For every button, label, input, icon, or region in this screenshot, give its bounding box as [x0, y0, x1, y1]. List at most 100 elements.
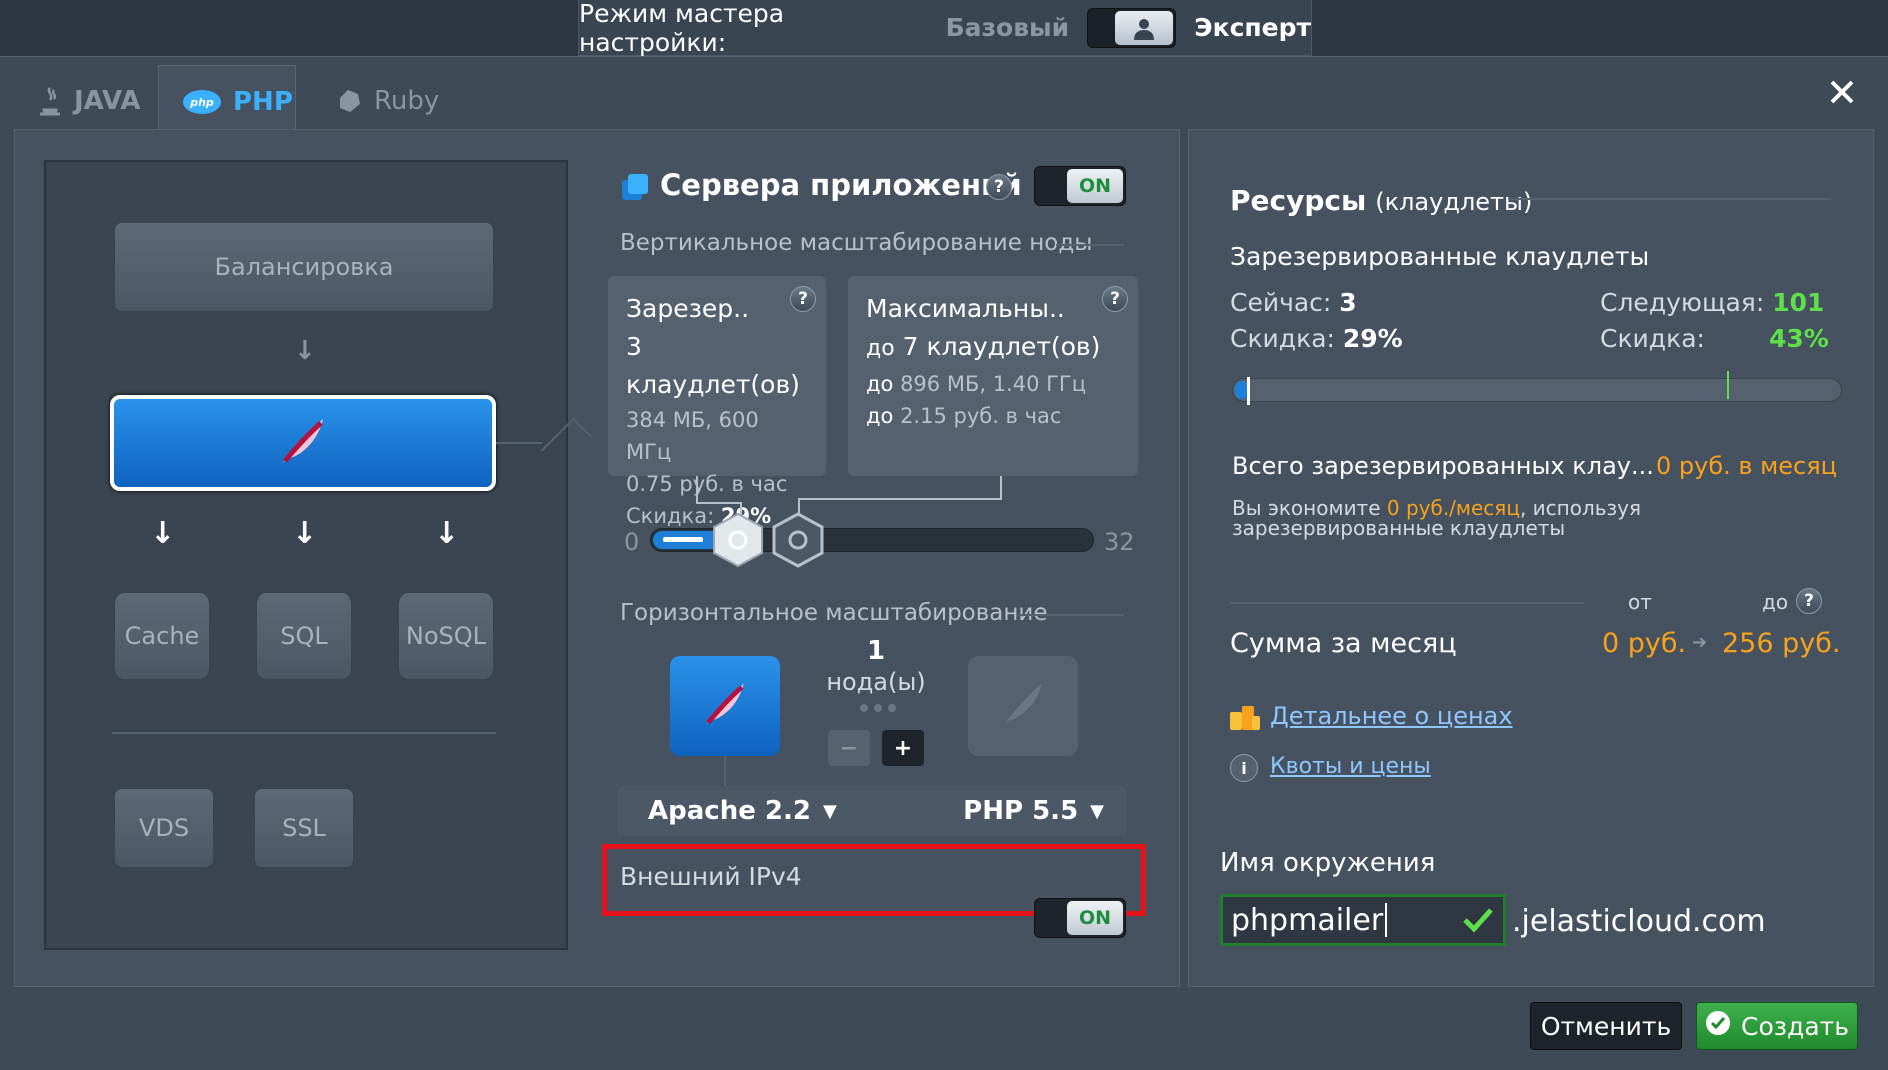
- down-arrow-icon: ↓: [150, 516, 176, 551]
- app-server-node-button[interactable]: [110, 395, 496, 491]
- max-spec-prefix: до: [866, 372, 894, 396]
- max-card-prefix: до: [866, 336, 895, 361]
- node-connector: [724, 756, 726, 786]
- balancer-button[interactable]: Балансировка: [114, 222, 494, 312]
- text-cursor: [1385, 903, 1388, 937]
- next-discount: Скидка: 43%: [1600, 324, 1829, 353]
- down-arrow-icon: ↓: [292, 516, 318, 551]
- reserved-slider-handle[interactable]: [710, 512, 766, 572]
- reserved-card-title: Зарезер..: [626, 294, 750, 323]
- chevron-down-icon: ▼: [1090, 800, 1104, 822]
- increase-nodes-button[interactable]: +: [882, 730, 924, 766]
- next-tier-marker: [1727, 371, 1729, 399]
- reserved-discount-label: Скидка:: [626, 504, 715, 528]
- vertical-scaling-title: Вертикальное масштабирование ноды: [620, 230, 1093, 256]
- wizard-mode-bar: Режим мастера настройки: Базовый Эксперт: [578, 0, 1312, 57]
- discount-value: 29%: [1342, 324, 1403, 353]
- discount-progress-bar: [1232, 371, 1842, 405]
- max-card-value: 7 клаудлет(ов): [902, 332, 1101, 361]
- help-icon[interactable]: ?: [1102, 286, 1128, 312]
- version-selector-bar: Apache 2.2 ▼ PHP 5.5 ▼: [618, 786, 1126, 836]
- user-icon: [1115, 10, 1174, 45]
- mode-toggle[interactable]: [1087, 7, 1177, 48]
- from-label: от: [1628, 590, 1652, 614]
- next-value: 101: [1772, 288, 1825, 317]
- java-icon: [36, 84, 64, 118]
- max-slider-handle[interactable]: [770, 512, 826, 572]
- app-servers-title: Сервера приложений: [660, 168, 1022, 202]
- quotas-link[interactable]: Квоты и цены: [1270, 754, 1431, 779]
- max-cloudlets-card[interactable]: Максимальны.. до 7 клаудлет(ов) до 896 М…: [848, 276, 1138, 476]
- vds-button[interactable]: VDS: [114, 788, 214, 868]
- node-dots: [856, 704, 900, 714]
- cache-button[interactable]: Cache: [114, 592, 210, 680]
- reserved-card-value: 3 клаудлет(ов): [626, 332, 800, 399]
- tab-java[interactable]: JAVA: [14, 65, 163, 137]
- create-button[interactable]: Создать: [1696, 1002, 1858, 1050]
- cloudlet-slider-highlight: [663, 537, 703, 542]
- mode-basic-option[interactable]: Базовый: [946, 13, 1070, 42]
- checkmark-icon: [1462, 906, 1494, 938]
- nodes-label: нода(ы): [826, 668, 926, 696]
- ssl-button[interactable]: SSL: [254, 788, 354, 868]
- down-arrow-icon: ↓: [434, 516, 460, 551]
- node-tile-active[interactable]: [670, 656, 780, 756]
- nodes-count: 1: [866, 636, 886, 666]
- ruby-icon: [334, 86, 364, 116]
- help-icon[interactable]: ?: [986, 174, 1012, 200]
- now-label: Сейчас:: [1230, 288, 1332, 317]
- next-discount-label: Скидка:: [1600, 324, 1705, 353]
- tab-ruby[interactable]: Ruby: [312, 65, 461, 137]
- mode-expert-option[interactable]: Эксперт: [1194, 13, 1311, 42]
- info-icon: i: [1230, 754, 1258, 782]
- decrease-nodes-button[interactable]: −: [828, 730, 870, 766]
- help-icon[interactable]: ?: [1796, 588, 1822, 614]
- env-name-value: phpmailer: [1231, 902, 1384, 938]
- wizard-mode-label: Режим мастера настройки:: [579, 0, 785, 57]
- discount-label: Скидка:: [1230, 324, 1335, 353]
- monthly-sum-from: 0 руб.: [1602, 628, 1687, 659]
- external-ipv4-toggle[interactable]: ON: [1034, 898, 1126, 938]
- apache-feather-icon: [697, 676, 753, 736]
- check-circle-icon: [1705, 1010, 1731, 1042]
- card-connector: [696, 476, 740, 504]
- tab-ruby-label: Ruby: [374, 86, 440, 116]
- reserved-card-spec: 384 МБ, 600 МГц: [626, 408, 759, 464]
- section-divider: [1510, 198, 1830, 200]
- topology-divider: [112, 732, 496, 734]
- node-tile-placeholder[interactable]: [968, 656, 1078, 756]
- arrow-right-icon: ➔: [1692, 632, 1708, 653]
- php-icon: php: [181, 87, 223, 117]
- horizontal-scaling-title: Горизонтальное масштабирование: [620, 600, 1048, 626]
- current-discount: Скидка: 29%: [1230, 324, 1403, 353]
- savings-note: Вы экономите 0 руб./месяц, используя зар…: [1232, 498, 1641, 538]
- total-reserved-label: Всего зарезервированных клау...: [1232, 452, 1654, 480]
- to-label: до: [1762, 590, 1789, 614]
- app-servers-icon: [620, 172, 648, 200]
- next-discount-value: 43%: [1768, 324, 1829, 353]
- sql-button[interactable]: SQL: [256, 592, 352, 680]
- pricing-details-link[interactable]: Детальнее о ценах: [1270, 702, 1513, 730]
- create-button-label: Создать: [1741, 1011, 1849, 1041]
- close-icon[interactable]: [1828, 75, 1868, 115]
- help-icon[interactable]: ?: [790, 286, 816, 312]
- nosql-button[interactable]: NoSQL: [398, 592, 494, 680]
- slider-max-label: 32: [1104, 528, 1135, 556]
- section-divider: [1230, 602, 1584, 604]
- php-version-select[interactable]: PHP 5.5 ▼: [963, 796, 1104, 826]
- reserved-cloudlets-title: Зарезервированные клаудлеты: [1230, 242, 1650, 271]
- cancel-button[interactable]: Отменить: [1530, 1002, 1682, 1050]
- app-servers-toggle[interactable]: ON: [1034, 166, 1126, 206]
- now-value: 3: [1339, 288, 1357, 317]
- tab-java-label: JAVA: [74, 86, 141, 116]
- section-divider: [1018, 614, 1124, 616]
- tab-php-label: PHP: [233, 86, 293, 117]
- env-name-label: Имя окружения: [1220, 848, 1436, 878]
- svg-text:php: php: [189, 96, 214, 109]
- server-version-select[interactable]: Apache 2.2 ▼: [648, 796, 837, 826]
- tab-php[interactable]: php PHP: [158, 65, 296, 137]
- resources-title-text: Ресурсы: [1230, 184, 1367, 217]
- apache-feather-icon: [995, 676, 1051, 736]
- resources-title-suffix: (клаудлеты): [1375, 188, 1533, 216]
- current-marker: [1247, 377, 1250, 405]
